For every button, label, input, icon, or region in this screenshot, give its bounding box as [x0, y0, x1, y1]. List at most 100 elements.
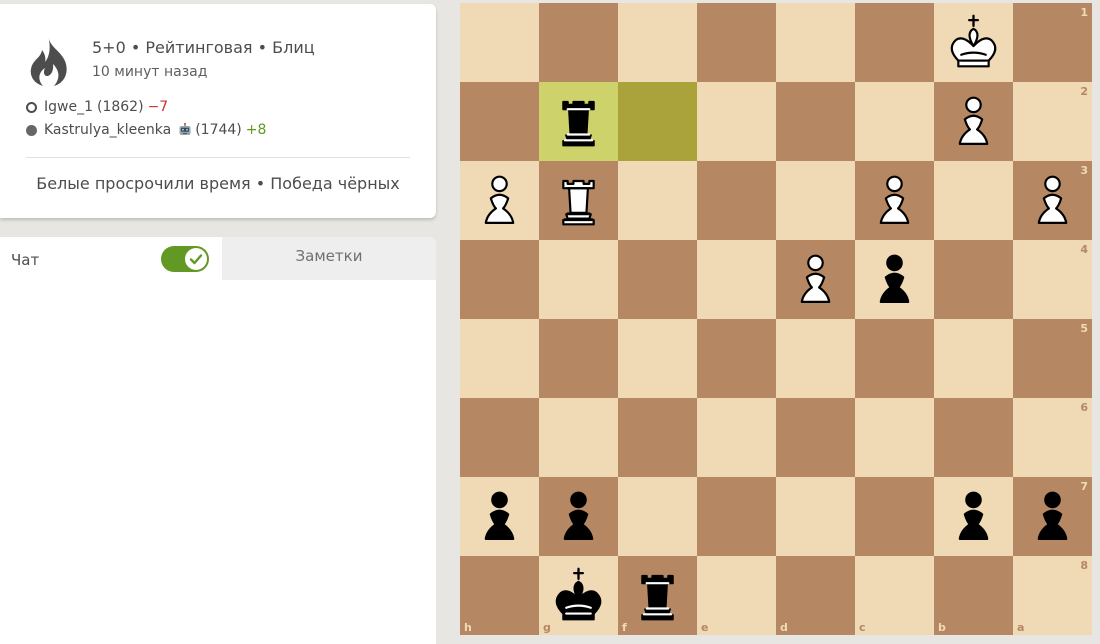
- square-a4[interactable]: 4: [1013, 240, 1092, 319]
- square-e3[interactable]: [697, 161, 776, 240]
- white-pawn-icon[interactable]: [783, 247, 848, 312]
- square-g2[interactable]: [539, 82, 618, 161]
- square-c7[interactable]: [855, 477, 934, 556]
- square-f3[interactable]: [618, 161, 697, 240]
- square-b6[interactable]: [934, 398, 1013, 477]
- square-e4[interactable]: [697, 240, 776, 319]
- square-a1[interactable]: 1: [1013, 3, 1092, 82]
- square-c8[interactable]: c: [855, 556, 934, 635]
- rank-label: 6: [1080, 401, 1088, 414]
- square-h8[interactable]: h: [460, 556, 539, 635]
- square-f4[interactable]: [618, 240, 697, 319]
- square-c1[interactable]: [855, 3, 934, 82]
- square-c3[interactable]: [855, 161, 934, 240]
- black-pawn-icon[interactable]: [546, 484, 611, 549]
- square-e1[interactable]: [697, 3, 776, 82]
- square-b1[interactable]: [934, 3, 1013, 82]
- white-pawn-icon[interactable]: [1020, 168, 1085, 233]
- black-pawn-icon[interactable]: [862, 247, 927, 312]
- white-player-row: Igwe_1 (1862) −7: [26, 99, 168, 115]
- square-h3[interactable]: [460, 161, 539, 240]
- square-f7[interactable]: [618, 477, 697, 556]
- white-player-name[interactable]: Igwe_1: [44, 99, 93, 115]
- square-e8[interactable]: e: [697, 556, 776, 635]
- square-g5[interactable]: [539, 319, 618, 398]
- tab-chat-label: Чат: [11, 251, 40, 269]
- square-f6[interactable]: [618, 398, 697, 477]
- square-b4[interactable]: [934, 240, 1013, 319]
- white-pawn-icon[interactable]: [467, 168, 532, 233]
- chess-board[interactable]: 12345 6 7 h gfedc b 8a: [460, 3, 1092, 635]
- square-e7[interactable]: [697, 477, 776, 556]
- tab-chat[interactable]: Чат: [0, 237, 222, 280]
- square-g4[interactable]: [539, 240, 618, 319]
- square-f5[interactable]: [618, 319, 697, 398]
- square-f8[interactable]: f: [618, 556, 697, 635]
- square-c4[interactable]: [855, 240, 934, 319]
- square-d6[interactable]: [776, 398, 855, 477]
- game-result-text: Белые просрочили время • Победа чёрных: [36, 174, 400, 193]
- square-h2[interactable]: [460, 82, 539, 161]
- square-g3[interactable]: [539, 161, 618, 240]
- square-d1[interactable]: [776, 3, 855, 82]
- square-d8[interactable]: d: [776, 556, 855, 635]
- square-f1[interactable]: [618, 3, 697, 82]
- square-c5[interactable]: [855, 319, 934, 398]
- square-g7[interactable]: [539, 477, 618, 556]
- square-b5[interactable]: [934, 319, 1013, 398]
- square-h4[interactable]: [460, 240, 539, 319]
- game-setup-text: 5+0 • Рейтинговая • Блиц: [92, 38, 315, 57]
- square-a5[interactable]: 5: [1013, 319, 1092, 398]
- white-king-icon[interactable]: [941, 10, 1006, 75]
- square-h7[interactable]: [460, 477, 539, 556]
- square-b8[interactable]: b: [934, 556, 1013, 635]
- square-a2[interactable]: 2: [1013, 82, 1092, 161]
- black-king-icon[interactable]: [546, 563, 611, 628]
- square-a6[interactable]: 6: [1013, 398, 1092, 477]
- square-d5[interactable]: [776, 319, 855, 398]
- tab-notes[interactable]: Заметки: [222, 237, 436, 280]
- square-c2[interactable]: [855, 82, 934, 161]
- square-a8[interactable]: 8a: [1013, 556, 1092, 635]
- black-rook-icon[interactable]: [625, 563, 690, 628]
- white-rook-icon[interactable]: [546, 168, 611, 233]
- square-a3[interactable]: 3: [1013, 161, 1092, 240]
- white-color-icon: [26, 101, 37, 113]
- square-b2[interactable]: [934, 82, 1013, 161]
- black-pawn-icon[interactable]: [467, 484, 532, 549]
- square-g6[interactable]: [539, 398, 618, 477]
- file-label: h: [464, 621, 472, 634]
- square-d4[interactable]: [776, 240, 855, 319]
- square-d7[interactable]: [776, 477, 855, 556]
- square-b3[interactable]: [934, 161, 1013, 240]
- square-e5[interactable]: [697, 319, 776, 398]
- chat-toggle-switch[interactable]: [161, 246, 209, 272]
- rank-label: 7: [1080, 480, 1088, 493]
- black-color-icon: [26, 124, 37, 136]
- black-pawn-icon[interactable]: [1020, 484, 1085, 549]
- square-d3[interactable]: [776, 161, 855, 240]
- black-player-name[interactable]: Kastrulya_kleenka: [44, 122, 171, 138]
- square-a7[interactable]: 7: [1013, 477, 1092, 556]
- square-e6[interactable]: [697, 398, 776, 477]
- square-g8[interactable]: g: [539, 556, 618, 635]
- square-h6[interactable]: [460, 398, 539, 477]
- black-pawn-icon[interactable]: [941, 484, 1006, 549]
- square-b7[interactable]: [934, 477, 1013, 556]
- chat-tabs: Чат Заметки: [0, 237, 436, 280]
- square-e2[interactable]: [697, 82, 776, 161]
- white-pawn-icon[interactable]: [941, 89, 1006, 154]
- file-label: c: [859, 621, 866, 634]
- square-d2[interactable]: [776, 82, 855, 161]
- square-h5[interactable]: [460, 319, 539, 398]
- white-rating-diff: −7: [147, 99, 169, 115]
- square-f2[interactable]: [618, 82, 697, 161]
- file-label: b: [938, 621, 946, 634]
- black-rook-icon[interactable]: [546, 89, 611, 154]
- square-h1[interactable]: [460, 3, 539, 82]
- checkmark-icon: [189, 254, 203, 265]
- square-g1[interactable]: [539, 3, 618, 82]
- blitz-flame-icon: [30, 36, 67, 86]
- white-pawn-icon[interactable]: [862, 168, 927, 233]
- square-c6[interactable]: [855, 398, 934, 477]
